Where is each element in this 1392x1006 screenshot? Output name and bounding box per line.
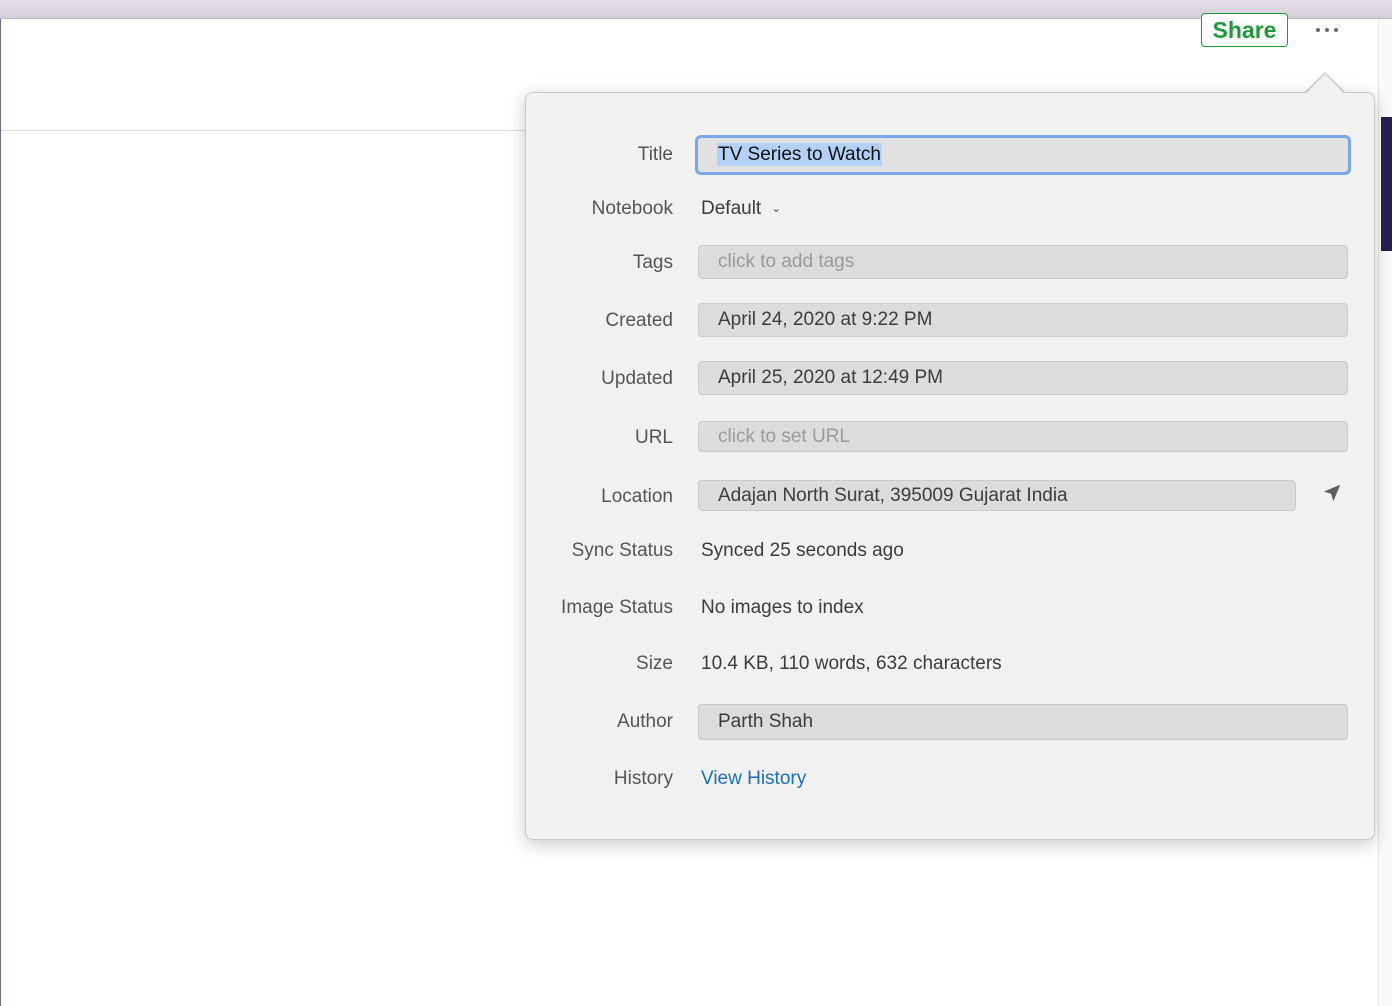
more-options-button[interactable]: [1308, 16, 1346, 44]
view-history-link[interactable]: View History: [701, 768, 806, 790]
title-input-text: TV Series to Watch: [717, 143, 882, 166]
ellipsis-icon: [1316, 28, 1320, 32]
share-button[interactable]: Share: [1201, 13, 1288, 47]
sync-status-value: Synced 25 seconds ago: [701, 540, 904, 561]
size-label: Size: [636, 653, 673, 674]
image-status-value: No images to index: [701, 597, 864, 618]
author-value: Parth Shah: [718, 711, 814, 732]
notebook-dropdown[interactable]: Default ⌄: [701, 198, 781, 220]
chevron-down-icon: ⌄: [771, 201, 782, 215]
created-field[interactable]: April 24, 2020 at 9:22 PM: [698, 303, 1348, 337]
notebook-label: Notebook: [591, 198, 673, 219]
history-label: History: [613, 768, 673, 789]
author-label: Author: [617, 711, 673, 732]
updated-label: Updated: [601, 368, 673, 389]
title-input[interactable]: TV Series to Watch: [695, 135, 1351, 175]
tags-label: Tags: [632, 252, 673, 273]
window-right-edge: [1378, 19, 1392, 1006]
image-status-label: Image Status: [561, 597, 673, 618]
url-input-placeholder: click to set URL: [718, 426, 850, 447]
location-field[interactable]: Adajan North Surat, 395009 Gujarat India: [698, 480, 1296, 511]
tags-input-placeholder: click to add tags: [718, 251, 855, 272]
ellipsis-icon: [1334, 28, 1338, 32]
popover-arrow: [1305, 74, 1345, 94]
url-input[interactable]: click to set URL: [698, 421, 1348, 452]
ellipsis-icon: [1325, 28, 1329, 32]
title-label: Title: [637, 144, 673, 165]
sidebar-edge-accent: [1381, 117, 1392, 251]
location-arrow-icon[interactable]: [1321, 482, 1343, 504]
created-label: Created: [605, 310, 673, 331]
location-label: Location: [601, 486, 673, 507]
tags-input[interactable]: click to add tags: [698, 245, 1348, 279]
note-info-popover: Title TV Series to Watch Notebook Defaul…: [525, 92, 1375, 840]
url-label: URL: [634, 427, 673, 448]
notebook-dropdown-value: Default: [701, 198, 762, 219]
location-value: Adajan North Surat, 395009 Gujarat India: [718, 485, 1068, 506]
window-top-strip: [0, 0, 1392, 19]
created-value: April 24, 2020 at 9:22 PM: [718, 309, 933, 330]
size-value: 10.4 KB, 110 words, 632 characters: [701, 653, 1002, 674]
updated-value: April 25, 2020 at 12:49 PM: [718, 367, 943, 388]
updated-field[interactable]: April 25, 2020 at 12:49 PM: [698, 361, 1348, 395]
header-divider: [1, 130, 561, 131]
sync-status-label: Sync Status: [571, 540, 673, 561]
author-field[interactable]: Parth Shah: [698, 704, 1348, 740]
